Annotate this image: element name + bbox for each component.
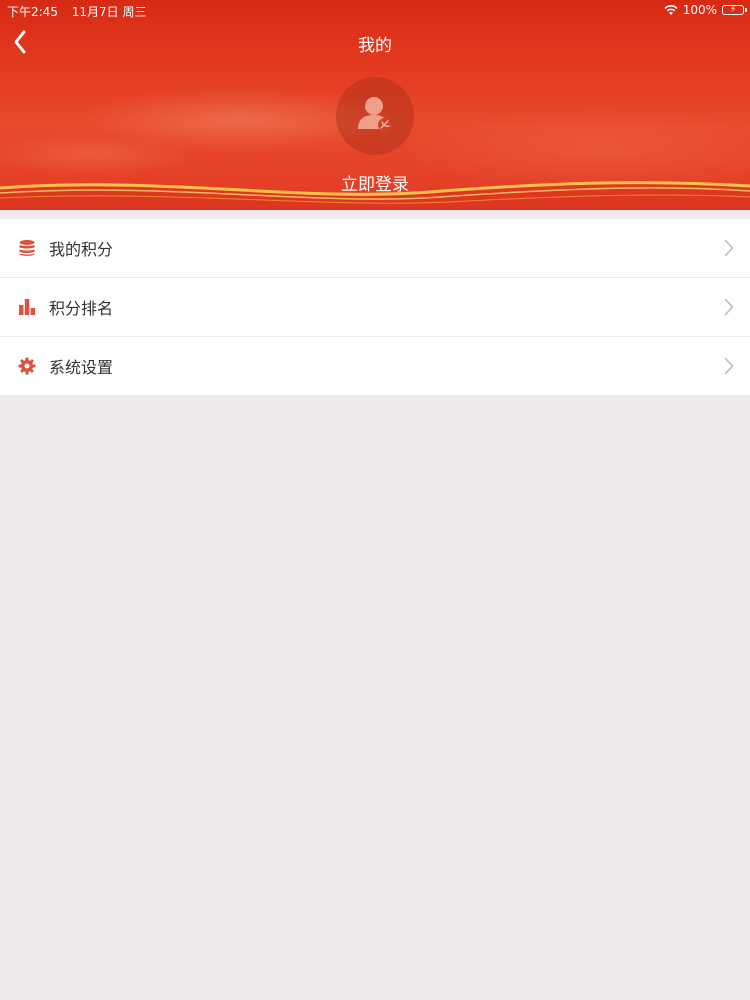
screen: 下午2:45 11月7日 周三 100% ⚡ 我的 立即登录 我的积分 积分排名… [0,0,750,1000]
wifi-icon [664,4,678,16]
status-time: 下午2:45 [7,5,58,19]
page-title: 我的 [358,36,392,56]
chevron-right-icon [724,239,734,257]
database-icon [17,238,37,258]
avatar[interactable] [336,77,414,155]
status-date: 11月7日 周三 [71,5,147,19]
menu-item-points-ranking[interactable]: 积分排名 [0,278,750,337]
menu-item-label: 系统设置 [49,358,114,377]
status-bar: 下午2:45 11月7日 周三 100% ⚡ [0,0,750,20]
gear-icon [17,356,37,376]
menu-list: 我的积分 积分排名 系统设置 [0,219,750,395]
bar-chart-icon [17,297,37,317]
battery-percent: 100% [682,3,717,17]
menu-item-label: 积分排名 [49,299,114,318]
user-party-badge-icon [358,97,392,132]
chevron-right-icon [724,357,734,375]
chevron-right-icon [724,298,734,316]
menu-item-system-settings[interactable]: 系统设置 [0,337,750,395]
menu-item-my-points[interactable]: 我的积分 [0,219,750,278]
login-button[interactable]: 立即登录 [0,170,750,195]
battery-icon: ⚡ [722,5,747,15]
nav-bar: 我的 [0,20,750,64]
menu-item-label: 我的积分 [49,240,114,259]
